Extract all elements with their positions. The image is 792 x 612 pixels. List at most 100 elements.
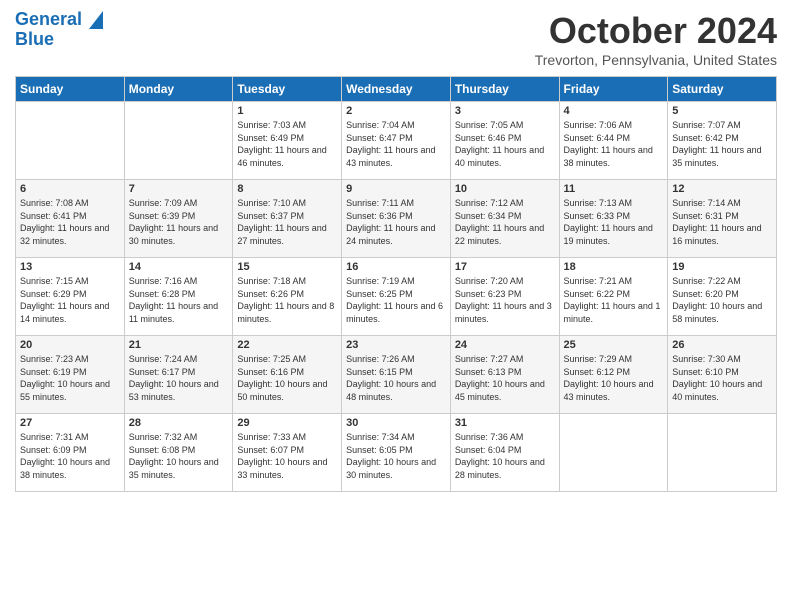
title-area: October 2024 Trevorton, Pennsylvania, Un… [535, 10, 777, 68]
day-cell: 30 Sunrise: 7:34 AM Sunset: 6:05 PM Dayli… [342, 414, 451, 492]
header-saturday: Saturday [668, 77, 777, 102]
day-cell: 12 Sunrise: 7:14 AM Sunset: 6:31 PM Dayli… [668, 180, 777, 258]
day-number: 5 [672, 105, 772, 117]
day-cell: 16Sunrise: 7:19 AM Sunset: 6:25 PM Dayli… [342, 258, 451, 336]
day-cell: 17 Sunrise: 7:20 AM Sunset: 6:23 PM Dayli… [450, 258, 559, 336]
day-number: 19 [672, 261, 772, 273]
day-cell: 20 Sunrise: 7:23 AM Sunset: 6:19 PM Dayli… [16, 336, 125, 414]
day-number: 30 [346, 417, 446, 429]
header: General Blue October 2024 Trevorton, Pen… [15, 10, 777, 68]
day-info: Sunrise: 7:11 AM Sunset: 6:36 PM Dayligh… [346, 197, 446, 247]
day-number: 23 [346, 339, 446, 351]
week-row-3: 20 Sunrise: 7:23 AM Sunset: 6:19 PM Dayli… [16, 336, 777, 414]
day-info: Sunrise: 7:13 AM Sunset: 6:33 PM Dayligh… [564, 197, 664, 247]
day-info: Sunrise: 7:10 AM Sunset: 6:37 PM Dayligh… [237, 197, 337, 247]
day-cell: 13 Sunrise: 7:15 AM Sunset: 6:29 PM Dayli… [16, 258, 125, 336]
day-cell: 25 Sunrise: 7:29 AM Sunset: 6:12 PM Dayli… [559, 336, 668, 414]
day-number: 20 [20, 339, 120, 351]
day-number: 8 [237, 183, 337, 195]
day-cell: 14Sunrise: 7:16 AM Sunset: 6:28 PM Dayli… [124, 258, 233, 336]
day-info: Sunrise: 7:23 AM Sunset: 6:19 PM Dayligh… [20, 353, 120, 403]
header-tuesday: Tuesday [233, 77, 342, 102]
day-info: Sunrise: 7:16 AM Sunset: 6:28 PM Dayligh… [129, 275, 229, 325]
day-info: Sunrise: 7:27 AM Sunset: 6:13 PM Dayligh… [455, 353, 555, 403]
location: Trevorton, Pennsylvania, United States [535, 52, 777, 68]
day-cell: 19 Sunrise: 7:22 AM Sunset: 6:20 PM Dayli… [668, 258, 777, 336]
logo-triangle-icon [89, 11, 103, 29]
header-friday: Friday [559, 77, 668, 102]
day-info: Sunrise: 7:09 AM Sunset: 6:39 PM Dayligh… [129, 197, 229, 247]
header-row: SundayMondayTuesdayWednesdayThursdayFrid… [16, 77, 777, 102]
day-cell: 22Sunrise: 7:25 AM Sunset: 6:16 PM Dayli… [233, 336, 342, 414]
day-number: 13 [20, 261, 120, 273]
day-info: Sunrise: 7:18 AM Sunset: 6:26 PM Dayligh… [237, 275, 337, 325]
day-cell: 31 Sunrise: 7:36 AM Sunset: 6:04 PM Dayli… [450, 414, 559, 492]
day-info: Sunrise: 7:32 AM Sunset: 6:08 PM Dayligh… [129, 431, 229, 481]
day-cell: 7 Sunrise: 7:09 AM Sunset: 6:39 PM Daylig… [124, 180, 233, 258]
day-number: 1 [237, 105, 337, 117]
day-cell: 26Sunrise: 7:30 AM Sunset: 6:10 PM Dayli… [668, 336, 777, 414]
day-info: Sunrise: 7:03 AM Sunset: 6:49 PM Dayligh… [237, 119, 337, 169]
day-info: Sunrise: 7:34 AM Sunset: 6:05 PM Dayligh… [346, 431, 446, 481]
logo-general: General [15, 10, 103, 30]
calendar-table: SundayMondayTuesdayWednesdayThursdayFrid… [15, 76, 777, 492]
day-info: Sunrise: 7:26 AM Sunset: 6:15 PM Dayligh… [346, 353, 446, 403]
day-info: Sunrise: 7:14 AM Sunset: 6:31 PM Dayligh… [672, 197, 772, 247]
day-cell: 28 Sunrise: 7:32 AM Sunset: 6:08 PM Dayli… [124, 414, 233, 492]
week-row-1: 6 Sunrise: 7:08 AM Sunset: 6:41 PM Daylig… [16, 180, 777, 258]
day-info: Sunrise: 7:07 AM Sunset: 6:42 PM Dayligh… [672, 119, 772, 169]
day-cell: 15 Sunrise: 7:18 AM Sunset: 6:26 PM Dayli… [233, 258, 342, 336]
day-number: 6 [20, 183, 120, 195]
day-cell [668, 414, 777, 492]
day-number: 2 [346, 105, 446, 117]
day-cell: 11Sunrise: 7:13 AM Sunset: 6:33 PM Dayli… [559, 180, 668, 258]
day-cell [559, 414, 668, 492]
day-number: 4 [564, 105, 664, 117]
day-number: 9 [346, 183, 446, 195]
day-number: 31 [455, 417, 555, 429]
day-info: Sunrise: 7:31 AM Sunset: 6:09 PM Dayligh… [20, 431, 120, 481]
header-sunday: Sunday [16, 77, 125, 102]
logo-text-block: General Blue [15, 10, 103, 50]
day-info: Sunrise: 7:29 AM Sunset: 6:12 PM Dayligh… [564, 353, 664, 403]
day-number: 12 [672, 183, 772, 195]
day-number: 25 [564, 339, 664, 351]
day-info: Sunrise: 7:12 AM Sunset: 6:34 PM Dayligh… [455, 197, 555, 247]
day-info: Sunrise: 7:24 AM Sunset: 6:17 PM Dayligh… [129, 353, 229, 403]
week-row-0: 1 Sunrise: 7:03 AM Sunset: 6:49 PM Daylig… [16, 102, 777, 180]
day-info: Sunrise: 7:05 AM Sunset: 6:46 PM Dayligh… [455, 119, 555, 169]
day-number: 7 [129, 183, 229, 195]
day-number: 29 [237, 417, 337, 429]
day-cell: 18Sunrise: 7:21 AM Sunset: 6:22 PM Dayli… [559, 258, 668, 336]
week-row-2: 13 Sunrise: 7:15 AM Sunset: 6:29 PM Dayli… [16, 258, 777, 336]
day-number: 28 [129, 417, 229, 429]
day-cell: 8 Sunrise: 7:10 AM Sunset: 6:37 PM Daylig… [233, 180, 342, 258]
day-cell: 29Sunrise: 7:33 AM Sunset: 6:07 PM Dayli… [233, 414, 342, 492]
day-info: Sunrise: 7:08 AM Sunset: 6:41 PM Dayligh… [20, 197, 120, 247]
header-monday: Monday [124, 77, 233, 102]
day-cell: 4Sunrise: 7:06 AM Sunset: 6:44 PM Daylig… [559, 102, 668, 180]
day-info: Sunrise: 7:20 AM Sunset: 6:23 PM Dayligh… [455, 275, 555, 325]
day-cell: 10 Sunrise: 7:12 AM Sunset: 6:34 PM Dayli… [450, 180, 559, 258]
day-cell: 23 Sunrise: 7:26 AM Sunset: 6:15 PM Dayli… [342, 336, 451, 414]
day-number: 24 [455, 339, 555, 351]
day-info: Sunrise: 7:15 AM Sunset: 6:29 PM Dayligh… [20, 275, 120, 325]
day-cell: 3 Sunrise: 7:05 AM Sunset: 6:46 PM Daylig… [450, 102, 559, 180]
day-cell: 24 Sunrise: 7:27 AM Sunset: 6:13 PM Dayli… [450, 336, 559, 414]
day-info: Sunrise: 7:22 AM Sunset: 6:20 PM Dayligh… [672, 275, 772, 325]
day-number: 17 [455, 261, 555, 273]
day-cell [16, 102, 125, 180]
day-cell: 9 Sunrise: 7:11 AM Sunset: 6:36 PM Daylig… [342, 180, 451, 258]
day-info: Sunrise: 7:19 AM Sunset: 6:25 PM Dayligh… [346, 275, 446, 325]
day-number: 27 [20, 417, 120, 429]
day-number: 15 [237, 261, 337, 273]
day-number: 3 [455, 105, 555, 117]
day-number: 10 [455, 183, 555, 195]
day-info: Sunrise: 7:04 AM Sunset: 6:47 PM Dayligh… [346, 119, 446, 169]
day-cell [124, 102, 233, 180]
day-cell: 27 Sunrise: 7:31 AM Sunset: 6:09 PM Dayli… [16, 414, 125, 492]
day-number: 21 [129, 339, 229, 351]
day-info: Sunrise: 7:36 AM Sunset: 6:04 PM Dayligh… [455, 431, 555, 481]
day-info: Sunrise: 7:21 AM Sunset: 6:22 PM Dayligh… [564, 275, 664, 325]
month-title: October 2024 [535, 10, 777, 52]
